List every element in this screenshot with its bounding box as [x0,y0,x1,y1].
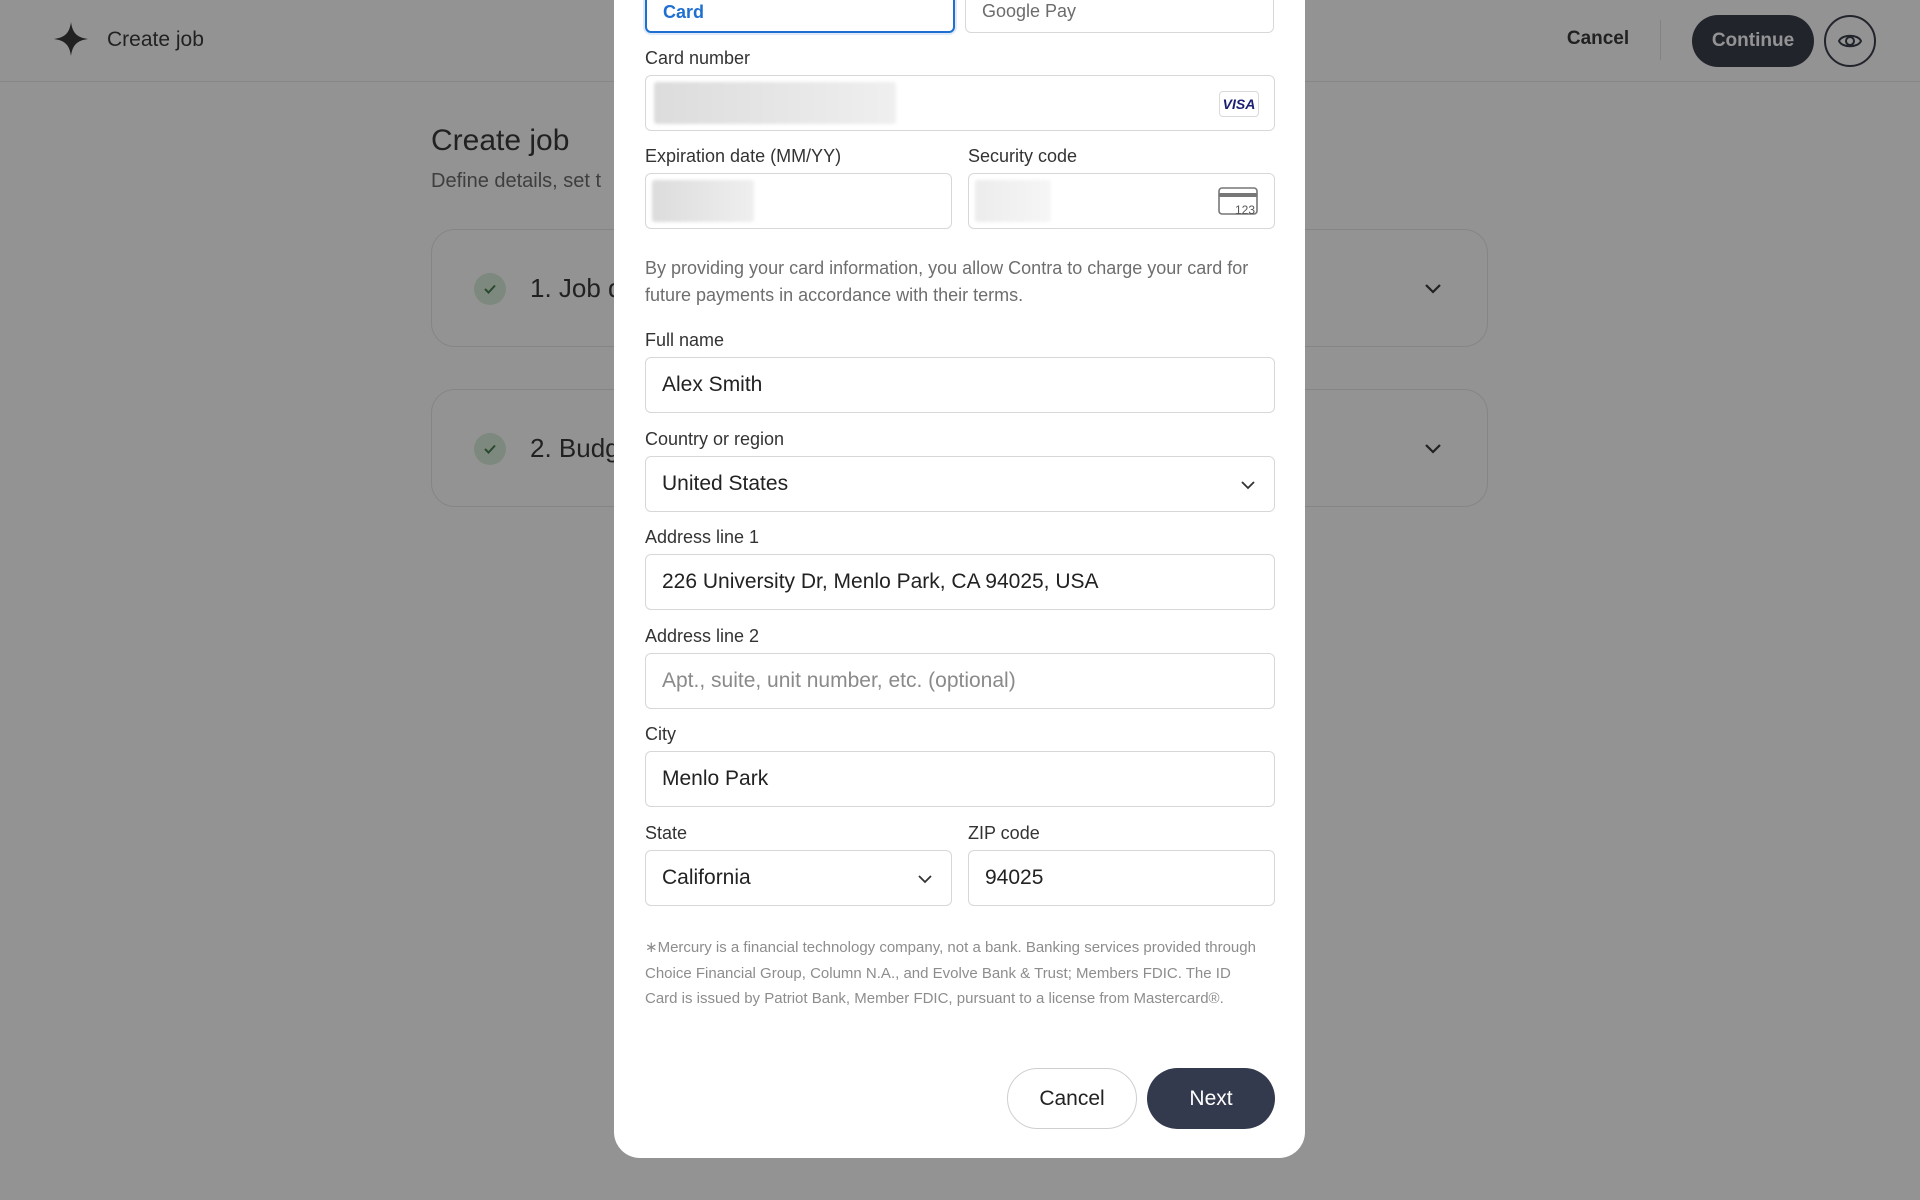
full-name-input[interactable] [645,357,1275,413]
address-line-2-label: Address line 2 [645,626,760,646]
tab-card[interactable]: Card [645,0,955,33]
security-code-field[interactable]: 123 [968,173,1275,229]
card-number-field[interactable]: VISA [645,75,1275,131]
redacted-card-number [654,82,896,124]
cvc-icon-text: 123 [1235,203,1255,217]
full-name-label: Full name [645,330,725,350]
tab-google-pay[interactable]: Google Pay [965,0,1274,33]
state-select[interactable]: California [645,850,952,906]
expiration-label: Expiration date (MM/YY) [645,146,842,166]
visa-icon: VISA [1219,91,1259,117]
chevron-down-icon [918,875,932,884]
chevron-down-icon [1241,481,1255,490]
address-line-1-input[interactable] [645,554,1275,610]
card-number-label: Card number [645,48,751,68]
payment-modal: Card Google Pay Card number VISA Expirat… [614,0,1305,1158]
zip-label: ZIP code [968,823,1040,843]
redacted-security-code [975,180,1051,222]
state-value: California [662,866,751,889]
security-code-label: Security code [968,146,1078,166]
expiration-field[interactable] [645,173,952,229]
country-label: Country or region [645,429,785,449]
city-input[interactable] [645,751,1275,807]
city-label: City [645,724,676,744]
country-value: United States [662,472,789,495]
mercury-disclaimer: ∗Mercury is a financial technology compa… [645,939,1256,1007]
redacted-expiration [652,180,754,222]
address-line-2-input[interactable] [645,653,1275,709]
cancel-button[interactable]: Cancel [1007,1068,1137,1129]
address-line-1-label: Address line 1 [645,527,760,547]
card-security-code-icon: 123 [1218,187,1258,217]
state-label: State [645,823,688,843]
country-select[interactable]: United States [645,456,1275,512]
consent-text: By providing your card information, you … [645,258,1249,305]
next-button[interactable]: Next [1147,1068,1275,1129]
zip-input[interactable] [968,850,1275,906]
